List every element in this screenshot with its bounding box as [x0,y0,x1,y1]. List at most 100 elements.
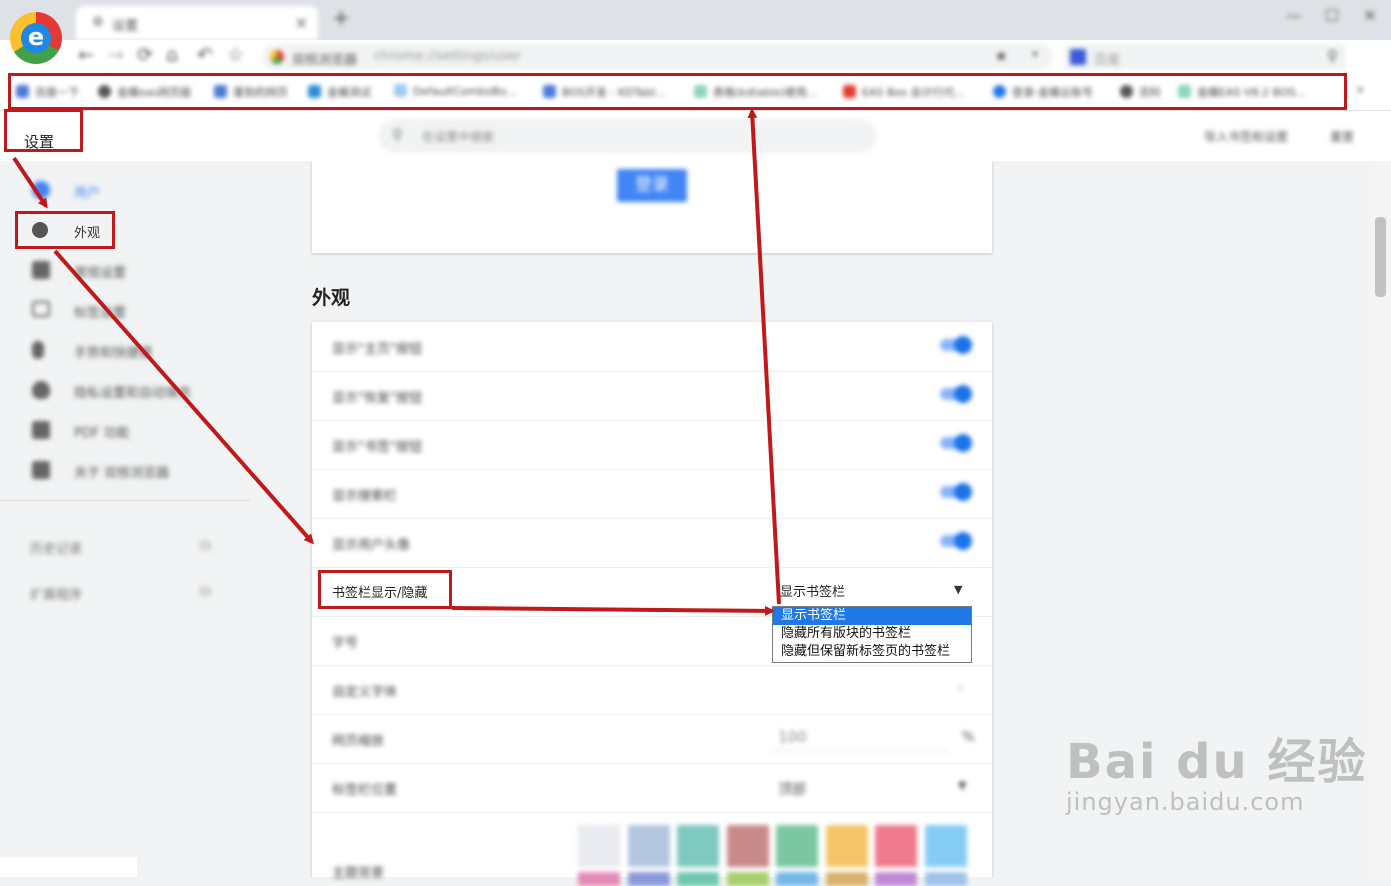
bookmarks-more-icon[interactable]: » [1356,82,1365,98]
theme-swatch[interactable] [776,872,818,886]
toolbar: ← → ⟳ ⌂ ↶ ☆ 双核浏览器 chrome://settings/user… [0,40,1391,105]
search-engine-box[interactable]: 百度 ⚲ [1064,44,1346,70]
toggle-label: 显示用户头像 [332,538,411,553]
tab-position-select[interactable]: 顶部 [778,779,806,799]
baidu-icon [1070,49,1086,65]
gear-icon: ⚙ [92,15,104,30]
minimize-button[interactable]: — [1279,6,1309,25]
dropdown-option-show[interactable]: 显示书签栏 [773,607,971,625]
settings-search-input[interactable]: ⚲ 在设置中搜索 [378,119,876,153]
url-text: chrome://settings/user [374,49,521,64]
settings-sidebar: 用户 外观 常规设置 标签设置 手势和快捷键 隐私设置和自动填充 PDF 功能 … [0,161,250,877]
back-icon[interactable]: ← [78,44,94,66]
theme-swatch[interactable] [677,872,719,886]
custom-font-label: 自定义字体 [332,685,398,700]
close-window-button[interactable]: ✕ [1355,6,1385,25]
sidebar-link-label: 历史记录 [30,542,83,557]
restore-button-toggle[interactable] [940,385,972,403]
user-icon [32,181,50,199]
baidu-watermark: Bai du 经验 jingyan.baidu.com [1066,722,1367,816]
tab-position-row: 标签栏位置 顶部 ▼ [312,763,992,813]
toggle-row-restore: 显示"恢复"按钮 [312,371,992,421]
theme-swatch[interactable] [924,825,967,867]
sidebar-item-label: 关于 双核浏览器 [74,466,170,481]
chevron-down-icon: ▼ [954,583,963,596]
avatar-toggle[interactable] [940,532,972,550]
scrollbar-thumb[interactable] [1375,217,1386,297]
theme-swatch[interactable] [924,872,967,886]
pdf-icon [32,421,50,439]
theme-swatch[interactable] [825,825,868,867]
restore-icon[interactable]: ↶ [197,44,213,66]
maximize-button[interactable]: ☐ [1317,6,1347,25]
zoom-input[interactable]: 100 [772,724,948,751]
sidebar-link-extensions[interactable]: 扩展程序 ⧉ [0,575,250,611]
sidebar-item-general[interactable]: 常规设置 [0,253,250,289]
sidebar-item-privacy[interactable]: 隐私设置和自动填充 [0,373,250,409]
bookmarks-button-toggle[interactable] [940,434,972,452]
address-bar[interactable]: 双核浏览器 chrome://settings/user ★ ▾ [262,44,1052,70]
toggle-label: 显示"恢复"按钮 [332,391,422,406]
forward-icon[interactable]: → [108,44,124,66]
sidebar-item-label: 手势和快捷键 [74,346,153,361]
sidebar-item-pdf[interactable]: PDF 功能 [0,413,250,449]
sidebar-item-gestures[interactable]: 手势和快捷键 [0,333,250,369]
sidebar-item-user[interactable]: 用户 [0,173,250,209]
bookmark-star-icon[interactable]: ☆ [227,44,244,66]
theme-swatch[interactable] [726,825,769,867]
scrollbar[interactable] [1370,161,1391,877]
dropdown-option-hide-all[interactable]: 隐藏所有版块的书签栏 [773,625,971,643]
tab-title: 设置 [112,19,139,34]
sidebar-link-label: 扩展程序 [30,588,83,603]
mouse-icon [32,341,44,359]
theme-swatch[interactable] [875,872,917,886]
login-button[interactable]: 登录 [617,169,687,202]
chevron-right-icon: › [958,681,963,694]
annotation-box-bookmark-visibility [318,570,452,609]
theme-swatch[interactable] [726,872,769,886]
search-icon[interactable]: ⚲ [1327,47,1338,65]
search-icon: ⚲ [392,126,403,144]
toggle-label: 显示"书签"按钮 [332,440,422,455]
theme-swatch[interactable] [776,825,818,867]
chevron-down-icon[interactable]: ▾ [1032,47,1038,61]
theme-swatch[interactable] [677,825,719,867]
bookmark-page-icon[interactable]: ★ [995,47,1008,65]
bookmark-bar-visibility-select[interactable]: 显示书签栏 [780,581,845,600]
reload-icon[interactable]: ⟳ [137,44,153,66]
reset-link[interactable]: 重置 [1330,128,1354,145]
theme-swatch[interactable] [875,825,917,867]
watermark-main: Bai du 经验 [1066,734,1368,790]
search-engine-placeholder: 百度 [1094,53,1121,68]
theme-swatch[interactable] [578,825,620,867]
search-bar-toggle[interactable] [940,483,972,501]
custom-font-row[interactable]: 自定义字体 › [312,665,992,715]
browser-tab[interactable]: ⚙ 设置 × [76,6,318,40]
chevron-down-icon: ▼ [958,779,967,792]
site-icon [270,50,284,64]
tab-strip: ⚙ 设置 × + — ☐ ✕ [0,0,1391,40]
theme-swatch[interactable] [627,825,670,867]
settings-header: 设置 ⚲ 在设置中搜索 导入书签和设置 重置 [0,111,1391,161]
toggle-row-avatar: 显示用户头像 [312,518,992,568]
theme-swatch[interactable] [825,872,868,886]
dropdown-option-hide-keep-newtab[interactable]: 隐藏但保留新标签页的书签栏 [773,643,971,661]
import-bookmarks-link[interactable]: 导入书签和设置 [1204,128,1288,145]
account-card: 登录 [312,161,992,253]
home-icon[interactable]: ⌂ [166,44,178,66]
sidebar-item-tabs[interactable]: 标签设置 [0,293,250,329]
home-button-toggle[interactable] [940,336,972,354]
toggle-row-searchbar: 显示搜索栏 [312,469,992,519]
tab-icon [32,301,50,317]
new-tab-button[interactable]: + [332,6,350,31]
zoom-row: 网页缩放 100 % [312,714,992,764]
theme-swatch[interactable] [627,872,670,886]
theme-label: 主题背景 [332,866,385,881]
sidebar-link-history[interactable]: 历史记录 ⧉ [0,529,250,565]
annotation-box-appearance [15,211,115,249]
sidebar-item-about[interactable]: 关于 双核浏览器 [0,453,250,489]
toggle-row-home: 显示"主页"按钮 [312,322,992,372]
theme-swatch[interactable] [578,872,620,886]
site-label: 双核浏览器 [292,53,358,68]
close-tab-icon[interactable]: × [295,13,308,32]
